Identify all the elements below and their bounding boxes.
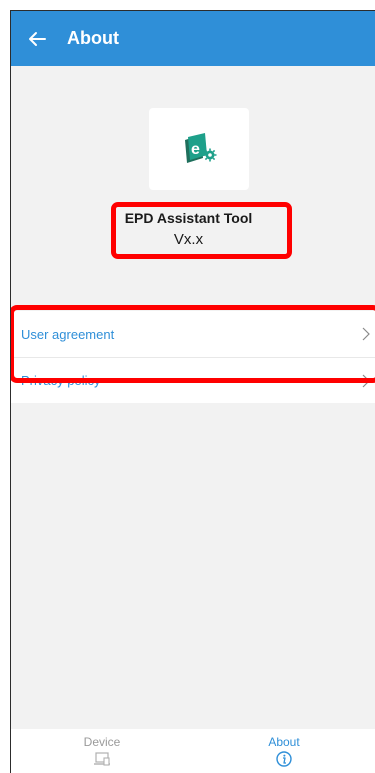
app-screen: About e EPD Assistant Tool Vx.x User agr… (10, 10, 375, 773)
logo-letter: e (191, 141, 200, 158)
tab-device[interactable]: Device (11, 729, 193, 773)
page-title: About (67, 28, 119, 48)
info-icon (276, 751, 292, 767)
tab-about[interactable]: About (193, 729, 375, 773)
arrow-left-icon[interactable] (15, 11, 59, 66)
highlight-box-app-info (111, 202, 292, 259)
tab-label: About (268, 735, 300, 749)
app-logo: e (149, 108, 249, 190)
laptop-icon (94, 752, 110, 766)
bottom-nav: Device About (11, 729, 375, 773)
epd-app-logo-icon: e (185, 133, 217, 163)
highlight-box-menu (11, 305, 375, 383)
app-bar: About (11, 11, 375, 66)
tab-label: Device (83, 735, 121, 749)
